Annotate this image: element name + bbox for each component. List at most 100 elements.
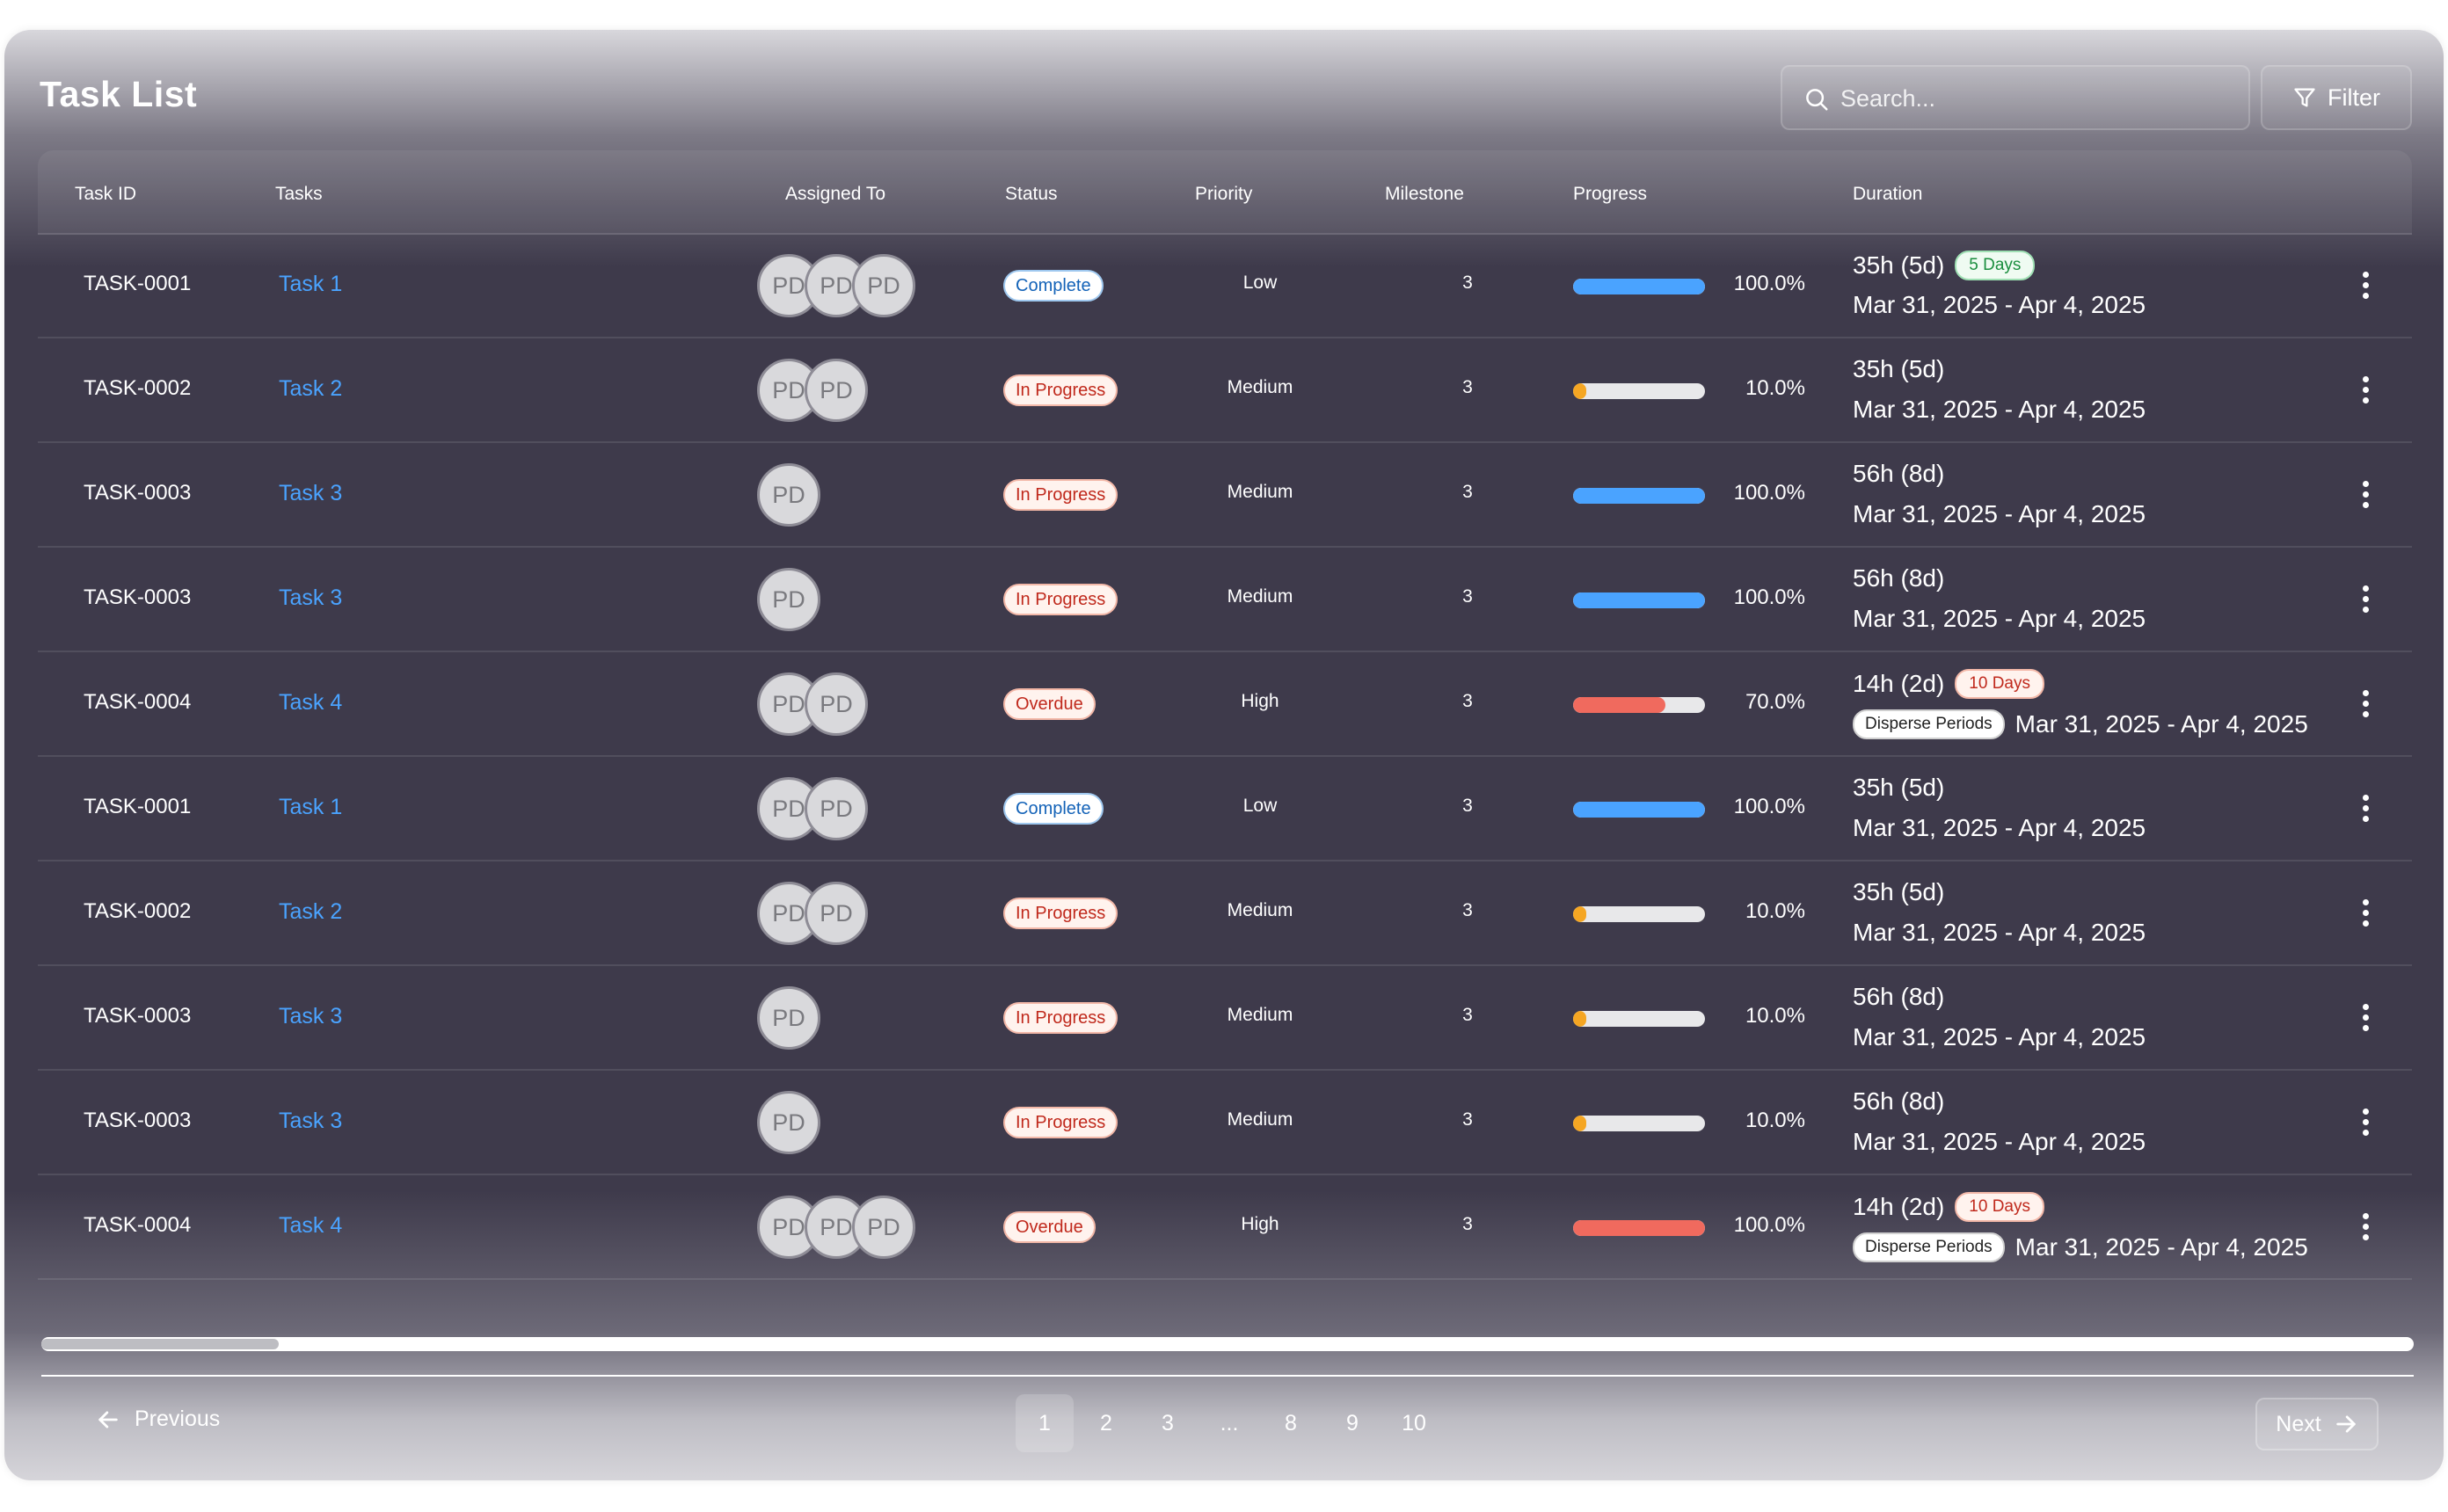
duration-hours: 56h (8d) [1853,1087,1945,1115]
progress-percent: 100.0% [1733,585,1805,609]
task-link[interactable]: Task 4 [279,1213,342,1239]
more-vertical-icon[interactable] [2359,1004,2372,1036]
avatar[interactable]: PD [757,986,820,1050]
table-row[interactable]: TASK-0002 Task 2 PD PD In Progress Medium… [38,339,2412,443]
avatar[interactable]: PD [757,463,820,527]
avatar[interactable]: PD [805,777,868,840]
more-vertical-icon[interactable] [2359,585,2372,617]
task-link[interactable]: Task 4 [279,690,342,716]
progress-bar-fill [1573,1220,1705,1236]
duration-hours: 35h (5d) [1853,355,1945,382]
progress-bar [1573,802,1705,818]
more-vertical-icon[interactable] [2359,1109,2372,1140]
disperse-periods-badge[interactable]: Disperse Periods [1853,709,2005,739]
filter-button[interactable]: Filter [2261,65,2412,130]
table-row[interactable]: TASK-0003 Task 3 PD In Progress Medium 3… [38,444,2412,548]
date-range: Mar 31, 2025 - Apr 4, 2025 [1853,605,2146,632]
task-link[interactable]: Task 1 [279,795,342,820]
page-button[interactable]: 10 [1385,1394,1443,1452]
priority-value: Medium [1227,900,1293,920]
search-icon [1806,89,1828,111]
table-row[interactable]: TASK-0003 Task 3 PD In Progress Medium 3… [38,967,2412,1071]
page-button[interactable]: 3 [1139,1394,1197,1452]
scrollbar-thumb[interactable] [41,1339,279,1349]
col-priority[interactable]: Priority [1195,184,1252,205]
progress-percent: 100.0% [1733,481,1805,505]
task-link[interactable]: Task 3 [279,481,342,506]
avatar[interactable]: PD [805,359,868,422]
table-row[interactable]: TASK-0001 Task 1 PD PD Complete Low 3 100… [38,758,2412,861]
status-badge: Complete [1003,270,1104,302]
table-row[interactable]: TASK-0004 Task 4 PD PD PD Overdue High 3 1… [38,1176,2412,1280]
days-badge: 10 Days [1955,1192,2044,1222]
col-tasks[interactable]: Tasks [275,184,323,205]
duration-summary: 35h (5d) [1853,878,1944,906]
task-id: TASK-0004 [84,690,192,714]
priority-value: Medium [1227,1109,1293,1130]
horizontal-scrollbar[interactable] [41,1337,2414,1351]
table-row[interactable]: TASK-0001 Task 1 PD PD PD Complete Low 3 1… [38,235,2412,338]
table-row[interactable]: TASK-0003 Task 3 PD In Progress Medium 3… [38,1072,2412,1175]
progress-percent: 10.0% [1745,1109,1805,1132]
more-vertical-icon[interactable] [2359,690,2372,722]
more-vertical-icon[interactable] [2359,376,2372,408]
more-vertical-icon[interactable] [2359,899,2372,931]
status-badge: Overdue [1003,688,1096,720]
date-range: Mar 31, 2025 - Apr 4, 2025 [1853,396,2146,423]
more-vertical-icon[interactable] [2359,481,2372,512]
task-link[interactable]: Task 1 [279,272,342,297]
progress-bar-fill [1573,1011,1586,1027]
disperse-periods-badge[interactable]: Disperse Periods [1853,1232,2005,1262]
avatar[interactable]: PD [805,672,868,736]
col-milestone[interactable]: Milestone [1385,184,1464,205]
task-link[interactable]: Task 3 [279,585,342,611]
more-vertical-icon[interactable] [2359,795,2372,826]
avatar[interactable]: PD [852,1196,915,1259]
task-id: TASK-0003 [84,1109,192,1132]
progress-bar-fill [1573,279,1705,294]
table-row[interactable]: TASK-0002 Task 2 PD PD In Progress Medium… [38,862,2412,966]
status-badge: In Progress [1003,898,1118,929]
task-id: TASK-0002 [84,376,192,400]
col-progress[interactable]: Progress [1573,184,1647,205]
col-duration[interactable]: Duration [1853,184,1922,205]
avatar[interactable]: PD [757,568,820,631]
col-task-id[interactable]: Task ID [75,184,136,205]
date-range: Mar 31, 2025 - Apr 4, 2025 [2014,1233,2308,1261]
avatar[interactable]: PD [757,1091,820,1154]
task-link[interactable]: Task 2 [279,376,342,402]
status-badge: In Progress [1003,479,1118,511]
duration-hours: 56h (8d) [1853,460,1945,487]
more-vertical-icon[interactable] [2359,272,2372,303]
avatar[interactable]: PD [805,882,868,945]
page-button[interactable]: 8 [1262,1394,1320,1452]
task-link[interactable]: Task 2 [279,899,342,925]
duration-dates: Mar 31, 2025 - Apr 4, 2025 [1853,814,2146,842]
col-assigned-to[interactable]: Assigned To [785,184,885,205]
table-row[interactable]: TASK-0004 Task 4 PD PD Overdue High 3 70.… [38,653,2412,757]
table-row[interactable]: TASK-0003 Task 3 PD In Progress Medium 3… [38,549,2412,652]
duration-summary: 56h (8d) [1853,1087,1944,1116]
milestone-value: 3 [1462,1005,1473,1025]
avatar[interactable]: PD [852,254,915,317]
task-link[interactable]: Task 3 [279,1004,342,1029]
priority-value: Low [1242,796,1278,816]
progress-bar [1573,1220,1705,1236]
page-button[interactable]: 1 [1016,1394,1074,1452]
col-status[interactable]: Status [1005,184,1058,205]
progress-bar-fill [1573,906,1586,922]
task-id: TASK-0001 [84,272,192,295]
progress-bar [1573,1116,1705,1131]
search-input[interactable] [1840,77,2227,120]
priority-value: Low [1242,273,1278,293]
previous-button[interactable]: Previous [96,1407,220,1432]
task-link[interactable]: Task 3 [279,1109,342,1134]
search-box[interactable] [1781,65,2250,130]
more-vertical-icon[interactable] [2359,1213,2372,1245]
page-button[interactable]: 9 [1323,1394,1381,1452]
duration-summary: 56h (8d) [1853,983,1944,1011]
duration-summary: 35h (5d) [1853,355,1944,383]
next-button[interactable]: Next [2255,1398,2379,1450]
arrow-left-icon [98,1410,118,1428]
page-button[interactable]: 2 [1077,1394,1135,1452]
